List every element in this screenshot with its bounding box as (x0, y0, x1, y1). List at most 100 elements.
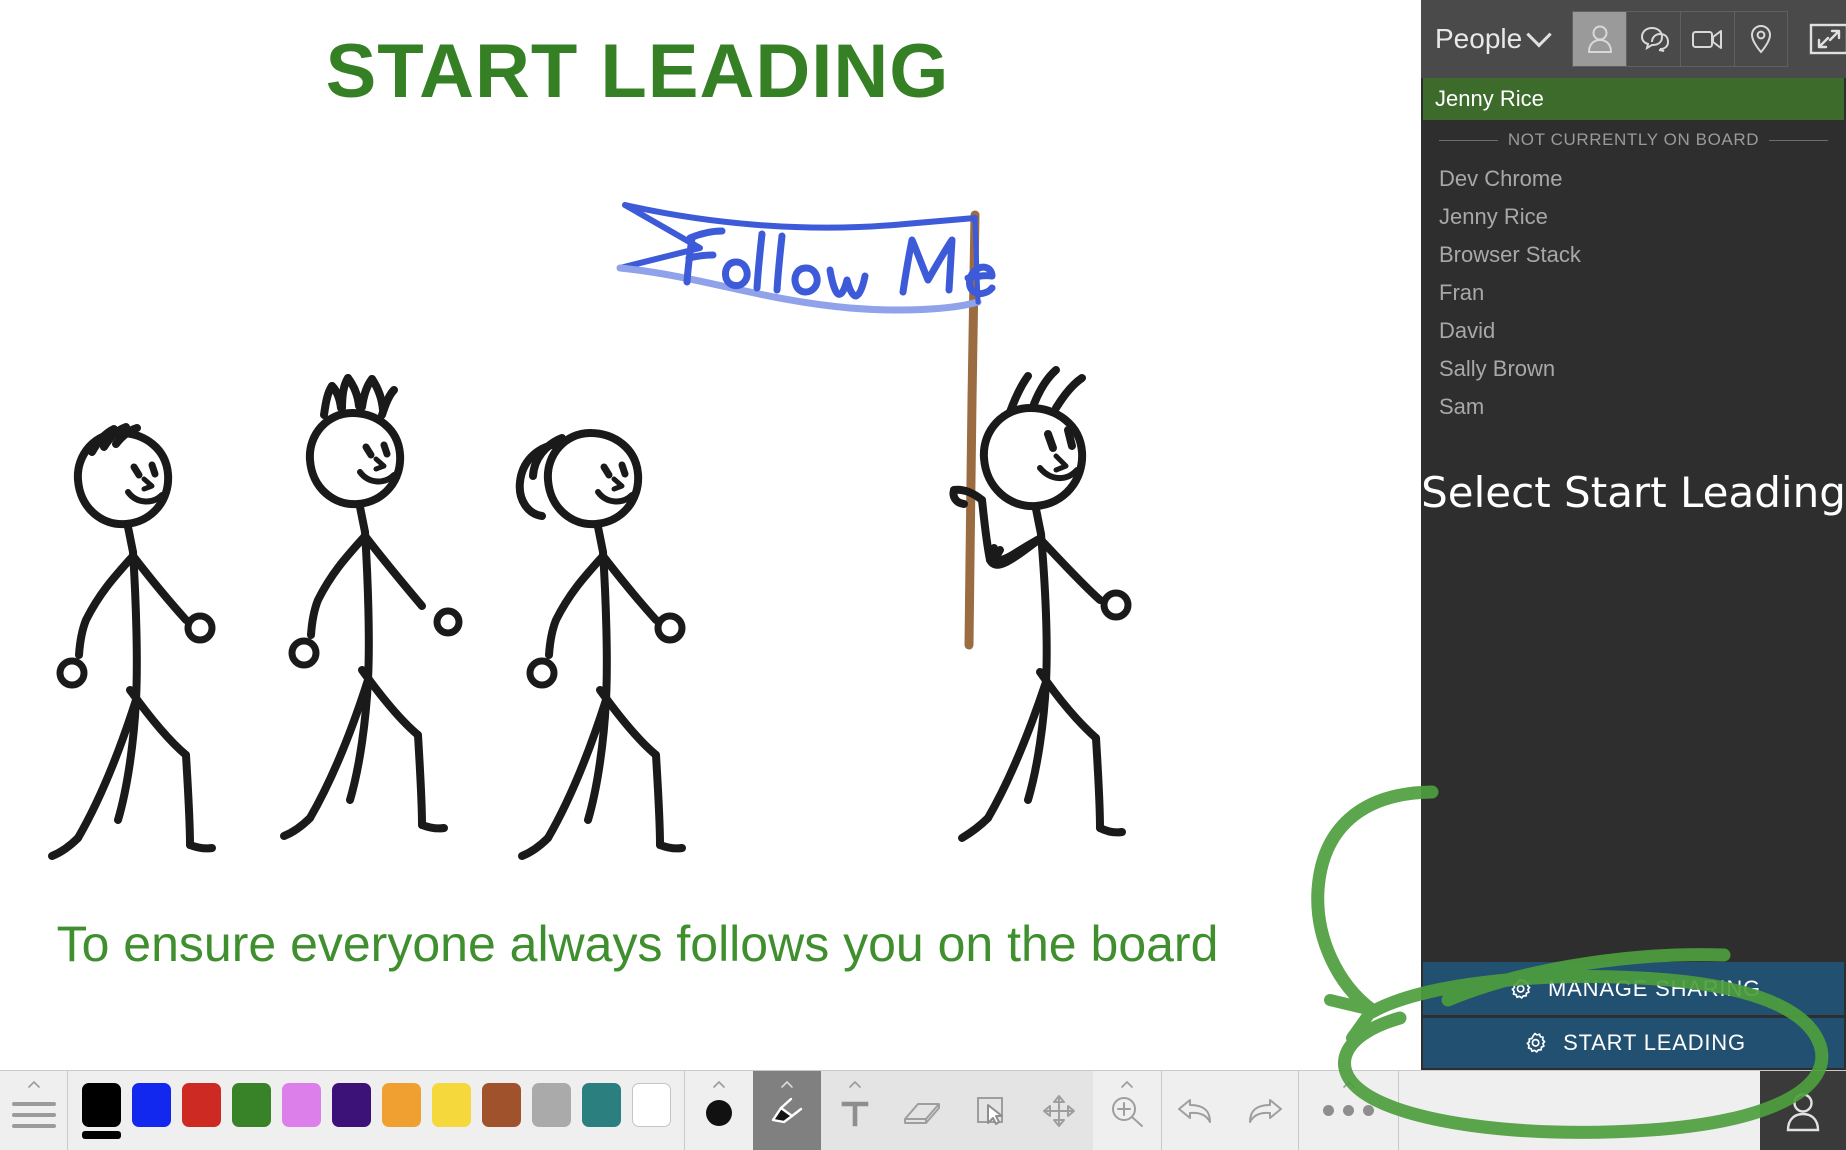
redo-arrow-icon (1249, 1098, 1282, 1123)
color-swatch-teal[interactable] (576, 1071, 626, 1150)
person-row[interactable]: Browser Stack (1421, 236, 1846, 274)
tool-group (685, 1071, 1161, 1150)
sidebar-mode-tabs (1572, 11, 1789, 67)
color-swatch-chip (381, 1082, 421, 1127)
toolbar-filler (1398, 1071, 1760, 1150)
color-swatch-purple[interactable] (326, 1071, 376, 1150)
text-icon (841, 1101, 869, 1126)
active-person-name: Jenny Rice (1435, 86, 1544, 111)
redo-button[interactable] (1230, 1071, 1298, 1150)
color-swatch-selected-indicator (632, 1131, 671, 1139)
color-swatch-selected-indicator (532, 1131, 571, 1139)
tab-location[interactable] (1734, 11, 1789, 67)
tab-video[interactable] (1680, 11, 1735, 67)
color-swatch-selected-indicator (132, 1131, 171, 1139)
tool-text[interactable] (821, 1071, 889, 1150)
sidebar-spacer: Select Start Leading (1421, 426, 1846, 962)
color-swatch-selected-indicator (582, 1131, 621, 1139)
color-swatch-orange[interactable] (376, 1071, 426, 1150)
color-swatch-selected-indicator (182, 1131, 221, 1139)
sidebar-action-buttons: MANAGE SHARING START LEADING (1421, 962, 1846, 1070)
color-swatch-blue[interactable] (126, 1071, 176, 1150)
filled-circle-icon (706, 1099, 732, 1126)
color-palette (68, 1071, 685, 1150)
color-swatch-chip (481, 1082, 521, 1127)
chat-bubbles-icon (1640, 26, 1669, 52)
page-caption: To ensure everyone always follows you on… (56, 916, 1219, 972)
history-controls (1161, 1071, 1298, 1150)
video-camera-icon (1691, 30, 1722, 49)
color-swatch-chip (331, 1082, 371, 1127)
chevron-up-icon (781, 1080, 793, 1088)
person-row[interactable]: Jenny Rice (1421, 198, 1846, 236)
color-swatch-selected-indicator (382, 1131, 421, 1139)
color-swatch-yellow[interactable] (426, 1071, 476, 1150)
active-person-row[interactable]: Jenny Rice (1423, 78, 1844, 120)
person-icon (1786, 1092, 1820, 1131)
people-dropdown-label: People (1435, 23, 1523, 54)
offboard-section-divider: NOT CURRENTLY ON BOARD (1421, 120, 1846, 156)
sidebar-header: People (1421, 0, 1846, 78)
tool-subgroup-view (1093, 1071, 1161, 1150)
color-swatch-green[interactable] (226, 1071, 276, 1150)
color-swatch-white[interactable] (626, 1071, 676, 1150)
chevron-up-icon (1121, 1080, 1133, 1088)
tab-chat[interactable] (1626, 11, 1681, 67)
whiteboard-canvas[interactable]: START LEADING To ensure everyone always … (0, 0, 1421, 1070)
person-row[interactable]: Fran (1421, 274, 1846, 312)
color-swatch-selected-indicator (482, 1131, 521, 1139)
undo-arrow-icon (1178, 1098, 1211, 1123)
location-pin-icon (1751, 24, 1772, 54)
person-row[interactable]: Sam (1421, 388, 1846, 426)
hamburger-menu-icon (11, 1101, 56, 1128)
bottom-toolbar (0, 1070, 1846, 1150)
chevron-up-icon (713, 1080, 725, 1088)
color-swatch-red[interactable] (176, 1071, 226, 1150)
pen-icon (771, 1097, 803, 1123)
color-swatch-gray[interactable] (526, 1071, 576, 1150)
person-row[interactable]: David (1421, 312, 1846, 350)
tool-eraser[interactable] (889, 1071, 957, 1150)
manage-sharing-label: MANAGE SHARING (1548, 975, 1761, 1001)
start-leading-button[interactable]: START LEADING (1423, 1015, 1844, 1068)
chevron-up-icon (27, 1080, 40, 1088)
color-swatch-selected-indicator (81, 1130, 121, 1139)
person-icon (1587, 25, 1612, 53)
color-swatch-chip (231, 1082, 271, 1127)
handwritten-annotation-note: Select Start Leading (1421, 468, 1846, 517)
more-options-button[interactable] (1298, 1071, 1398, 1150)
tool-pan[interactable] (1025, 1071, 1093, 1150)
expand-collapse-button[interactable] (1808, 17, 1846, 61)
person-row[interactable]: Sally Brown (1421, 350, 1846, 388)
three-dots-icon (1323, 1105, 1374, 1116)
tool-zoom[interactable] (1093, 1071, 1161, 1150)
color-swatch-orchid[interactable] (276, 1071, 326, 1150)
tab-people[interactable] (1572, 11, 1627, 67)
people-sidebar: People Jenny Rice NOT CURRENTLY ON BOARD… (1421, 0, 1846, 1070)
color-swatch-chip (581, 1082, 621, 1127)
color-swatch-selected-indicator (232, 1131, 271, 1139)
user-avatar-button[interactable] (1760, 1071, 1846, 1150)
main-menu-button[interactable] (0, 1071, 68, 1150)
tool-select[interactable] (957, 1071, 1025, 1150)
app-root: START LEADING To ensure everyone always … (0, 0, 1846, 1150)
color-swatch-chip (181, 1082, 221, 1127)
manage-sharing-button[interactable]: MANAGE SHARING (1423, 962, 1844, 1015)
chevron-up-icon (1342, 1080, 1355, 1088)
gear-icon (1526, 1032, 1546, 1053)
person-row[interactable]: Dev Chrome (1421, 160, 1846, 198)
color-swatch-chip (531, 1082, 571, 1127)
color-swatch-selected-indicator (282, 1131, 321, 1139)
eraser-icon (904, 1102, 940, 1124)
move-arrows-icon (1043, 1094, 1075, 1127)
undo-button[interactable] (1162, 1071, 1230, 1150)
color-swatch-brown[interactable] (476, 1071, 526, 1150)
color-swatch-chip (631, 1082, 671, 1127)
color-swatch-chip (131, 1082, 171, 1127)
color-swatch-black[interactable] (76, 1071, 126, 1150)
offboard-header-label: NOT CURRENTLY ON BOARD (1507, 130, 1760, 149)
expand-collapse-icon (1809, 23, 1846, 55)
tool-stroke-size[interactable] (685, 1071, 753, 1150)
tool-pen[interactable] (753, 1071, 821, 1150)
people-dropdown[interactable]: People (1435, 22, 1558, 55)
